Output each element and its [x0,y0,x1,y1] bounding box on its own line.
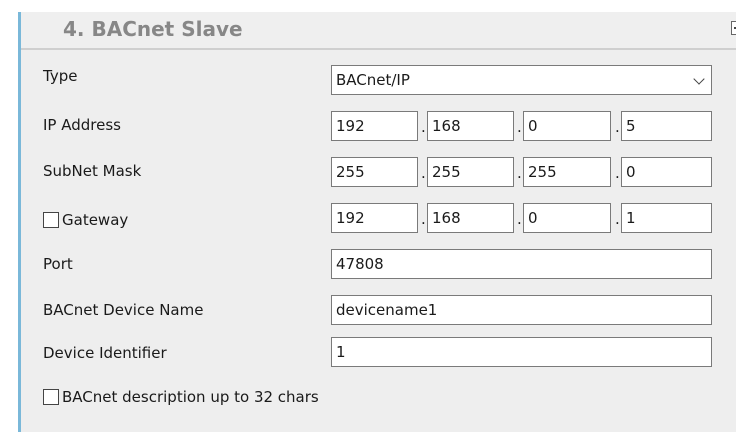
type-label: Type [43,67,78,85]
device-name-label: BACnet Device Name [43,301,204,319]
subnet-octet-2-input[interactable]: 255 [427,157,514,187]
port-input[interactable]: 47808 [331,249,712,279]
gateway-dot-separator: . [421,210,426,228]
bacnet-slave-panel: 4. BACnet Slave Type BACnet/IP IP Addres… [18,12,736,432]
subnet-dot-separator: . [517,164,522,182]
panel-title: 4. BACnet Slave [63,17,243,41]
gateway-octet-3-input[interactable]: 0 [523,203,611,233]
subnet-octet-3-input[interactable]: 255 [523,157,611,187]
ip-address-label: IP Address [43,116,121,134]
description-option-label: BACnet description up to 32 chars [62,388,319,406]
gateway-dot-separator: . [615,210,620,228]
ip-dot-separator: . [421,118,426,136]
collapse-icon[interactable] [731,21,736,35]
gateway-octet-1-input[interactable]: 192 [331,203,418,233]
panel-header: 4. BACnet Slave [21,12,736,50]
device-identifier-label: Device Identifier [43,344,167,362]
ip-octet-4-input[interactable]: 5 [621,111,712,141]
ip-octet-3-input[interactable]: 0 [523,111,611,141]
ip-octet-2-input[interactable]: 168 [427,111,514,141]
description-checkbox[interactable] [43,389,59,405]
ip-dot-separator: . [517,118,522,136]
subnet-octet-1-input[interactable]: 255 [331,157,418,187]
type-selected-value: BACnet/IP [336,71,410,89]
subnet-mask-label: SubNet Mask [43,162,142,180]
gateway-dot-separator: . [517,210,522,228]
gateway-checkbox[interactable] [43,212,59,228]
type-select[interactable]: BACnet/IP [331,65,712,95]
ip-octet-1-input[interactable]: 192 [331,111,418,141]
gateway-octet-2-input[interactable]: 168 [427,203,514,233]
gateway-label: Gateway [62,211,129,229]
ip-dot-separator: . [615,118,620,136]
subnet-dot-separator: . [615,164,620,182]
device-name-input[interactable]: devicename1 [331,295,712,325]
subnet-octet-4-input[interactable]: 0 [621,157,712,187]
gateway-octet-4-input[interactable]: 1 [621,203,712,233]
device-identifier-input[interactable]: 1 [331,337,712,367]
subnet-dot-separator: . [421,164,426,182]
port-label: Port [43,255,73,273]
chevron-down-icon [693,73,705,85]
